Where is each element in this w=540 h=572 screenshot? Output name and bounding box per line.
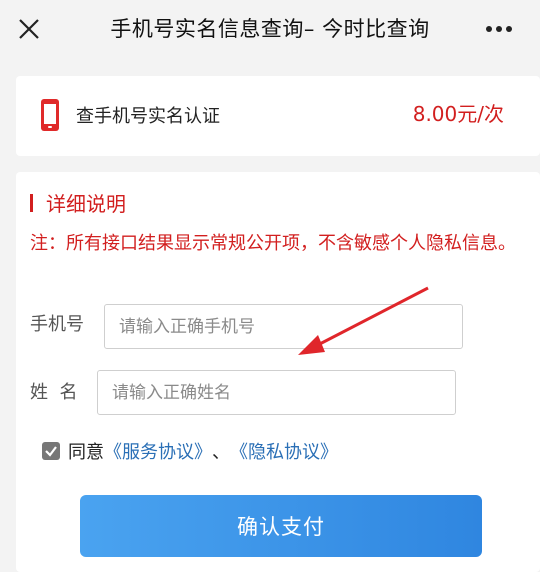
section-marker bbox=[30, 194, 33, 212]
service-card: 查手机号实名认证 8.00元/次 bbox=[16, 76, 540, 156]
confirm-pay-button[interactable]: 确认支付 bbox=[80, 495, 482, 557]
service-price: 8.00元/次 bbox=[412, 102, 504, 126]
section-title: 详细说明 bbox=[46, 192, 126, 216]
privacy-agreement-link[interactable]: 《隐私协议》 bbox=[230, 438, 338, 464]
agree-prefix: 同意 bbox=[68, 442, 104, 463]
close-icon bbox=[19, 19, 39, 39]
details-card: 详细说明 注：所有接口结果显示常规公开项，不含敏感个人隐私信息。 手机号 姓 名… bbox=[16, 172, 540, 572]
page-title: 手机号实名信息查询– 今时比查询 bbox=[110, 17, 430, 41]
service-name: 查手机号实名认证 bbox=[76, 106, 220, 127]
more-button[interactable] bbox=[484, 20, 514, 38]
close-button[interactable] bbox=[16, 16, 42, 42]
notice-text: 注：所有接口结果显示常规公开项，不含敏感个人隐私信息。 bbox=[30, 233, 516, 254]
top-bar: 手机号实名信息查询– 今时比查询 bbox=[0, 0, 540, 58]
agreement-row: 同意 《服务协议》 、 《隐私协议》 bbox=[42, 436, 338, 466]
phone-input[interactable] bbox=[104, 304, 463, 349]
agree-checkbox[interactable] bbox=[42, 442, 60, 460]
checkmark-icon bbox=[45, 446, 57, 457]
name-input[interactable] bbox=[97, 370, 456, 415]
phone-label: 手机号 bbox=[30, 314, 84, 335]
phone-icon bbox=[41, 99, 59, 131]
name-label: 姓 名 bbox=[30, 382, 78, 403]
service-agreement-link[interactable]: 《服务协议》 bbox=[104, 438, 212, 464]
agreement-separator: 、 bbox=[212, 442, 230, 463]
more-icon bbox=[486, 26, 512, 32]
